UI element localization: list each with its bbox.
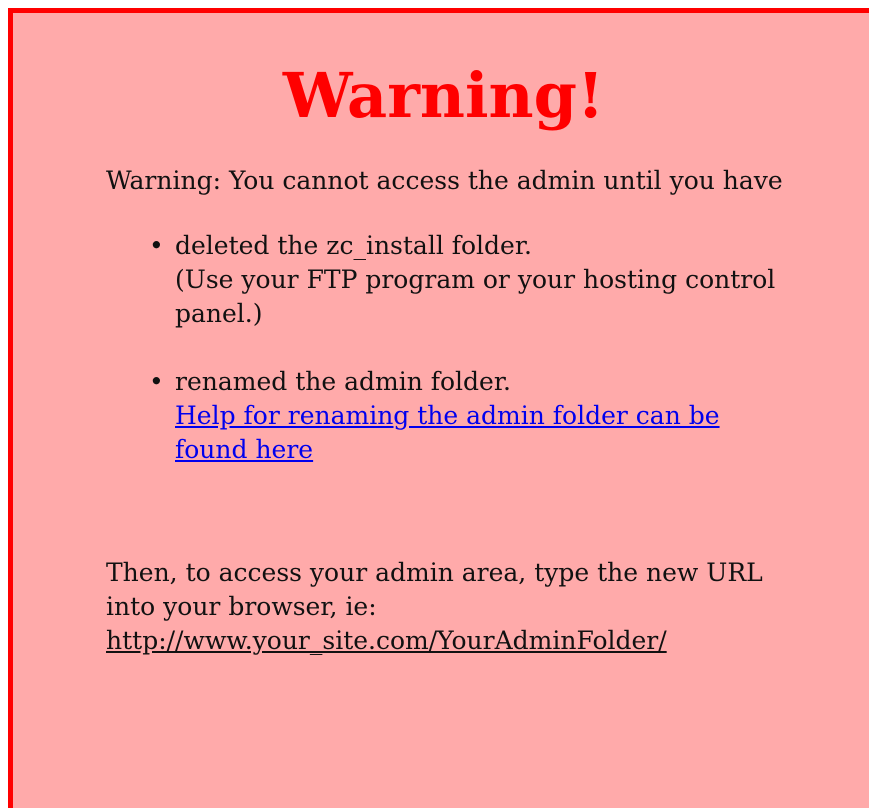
warning-title: Warning! xyxy=(282,59,605,132)
requirements-list: • deleted the zc_install folder. (Use yo… xyxy=(106,229,806,467)
bullet-icon: • xyxy=(149,231,164,260)
requirement-rename-admin: renamed the admin folder. xyxy=(175,367,511,396)
rename-admin-help-link[interactable]: Help for renaming the admin folder can b… xyxy=(175,399,795,467)
requirement-delete-install-hint: (Use your FTP program or your hosting co… xyxy=(175,265,776,328)
requirement-delete-install: deleted the zc_install folder. xyxy=(175,231,533,260)
access-instructions-text: Then, to access your admin area, type th… xyxy=(106,558,763,621)
example-admin-url: http://www.your_site.com/YourAdminFolder… xyxy=(106,626,667,655)
warning-box: Warning! Warning: You cannot access the … xyxy=(8,8,869,808)
warning-intro-text: Warning: You cannot access the admin unt… xyxy=(106,166,783,195)
list-item-delete-install: • deleted the zc_install folder. (Use yo… xyxy=(149,229,806,331)
list-item-rename-admin: • renamed the admin folder. Help for ren… xyxy=(149,365,806,467)
access-instructions: Then, to access your admin area, type th… xyxy=(106,556,806,658)
bullet-icon: • xyxy=(149,367,164,396)
warning-content: Warning: You cannot access the admin unt… xyxy=(106,164,806,658)
